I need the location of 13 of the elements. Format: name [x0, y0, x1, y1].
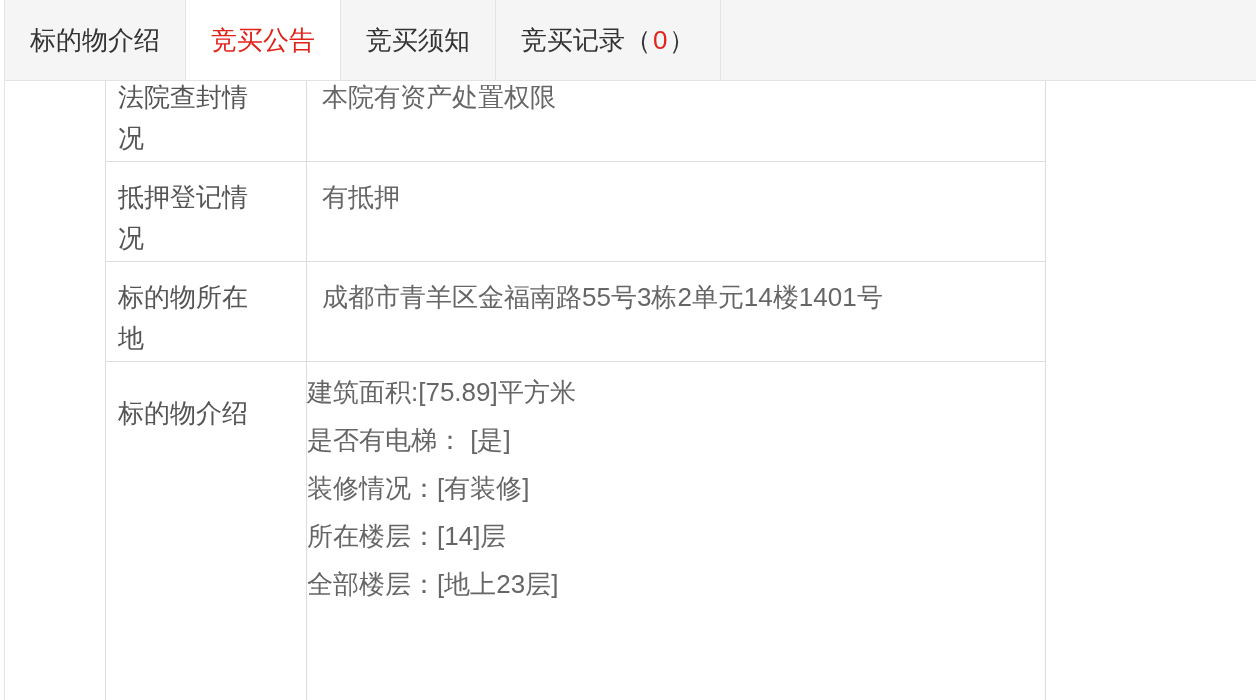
detail-line: 全部楼层：[地上23层] [307, 568, 560, 601]
tab[interactable]: 竞买公告 [186, 0, 341, 80]
table-cell: 标的物介绍 [106, 362, 307, 700]
table-cell: 抵押登记情况 [106, 162, 307, 261]
detail-line: 所在楼层：[14]层 [307, 520, 508, 553]
table-cell-text: 本院有资产处置权限 [321, 81, 557, 114]
table-cell-text: 有抵押 [321, 181, 401, 214]
detail-line: 是否有电梯： [是] [307, 424, 512, 457]
table-cell: 法院查封情况 [106, 81, 307, 161]
detail-line: 装修情况：[有装修] [307, 472, 531, 505]
table-cell-text: 成都市青羊区金福南路55号3栋2单元14楼1401号 [321, 281, 884, 314]
table-cell: 标的物所在地 [106, 262, 307, 361]
detail-line: 建筑面积:[75.89]平方米 [307, 376, 577, 409]
